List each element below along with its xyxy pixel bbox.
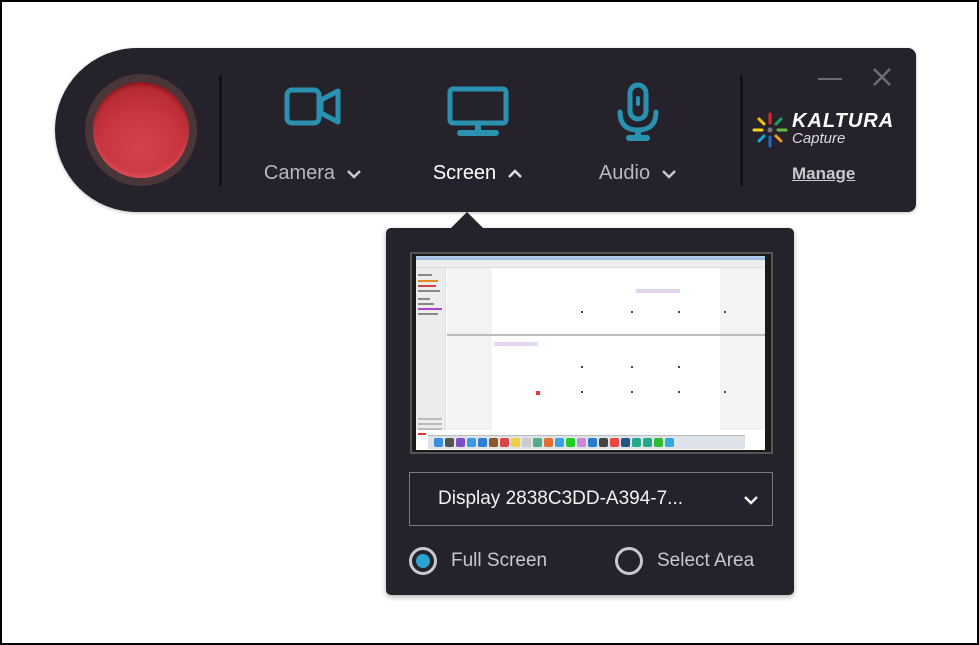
camera-toggle[interactable]: Camera <box>250 80 375 190</box>
video-camera-icon <box>283 86 343 133</box>
full-screen-label: Full Screen <box>451 550 548 571</box>
chevron-up-icon <box>508 168 523 178</box>
screen-toggle[interactable]: Screen <box>420 80 535 190</box>
chevron-down-icon <box>662 169 676 179</box>
select-area-radio[interactable]: Select Area <box>615 545 754 577</box>
screen-label: Screen <box>432 162 497 184</box>
manage-link[interactable]: Manage <box>792 164 855 184</box>
camera-label: Camera <box>263 162 336 184</box>
display-select-value: Display 2838C3DD-A394-7... <box>438 488 684 509</box>
screen-preview-thumbnail[interactable] <box>410 252 773 454</box>
divider <box>740 75 743 186</box>
radio-selected-icon <box>409 547 437 575</box>
popup-pointer <box>450 212 484 229</box>
kaltura-burst-icon <box>752 112 788 148</box>
select-area-label: Select Area <box>657 550 755 571</box>
audio-toggle[interactable]: Audio <box>585 80 690 190</box>
monitor-icon <box>447 86 509 143</box>
preview-screen <box>416 256 765 450</box>
kaltura-logo: KALTURA Capture <box>752 108 902 152</box>
close-button[interactable] <box>872 67 892 87</box>
close-icon <box>873 68 891 86</box>
preview-dock <box>428 435 745 449</box>
display-select[interactable]: Display 2838C3DD-A394-7... <box>409 472 773 526</box>
audio-label: Audio <box>598 162 651 184</box>
chevron-down-icon <box>744 496 758 505</box>
brand-subtitle: Capture <box>792 130 846 147</box>
microphone-icon <box>615 82 661 149</box>
record-button[interactable] <box>93 82 189 178</box>
full-screen-radio[interactable]: Full Screen <box>409 545 547 577</box>
chevron-down-icon <box>347 169 361 179</box>
radio-unselected-icon <box>615 547 643 575</box>
divider <box>219 75 222 186</box>
minimize-button[interactable] <box>818 70 842 86</box>
preview-sidebar <box>416 268 446 435</box>
